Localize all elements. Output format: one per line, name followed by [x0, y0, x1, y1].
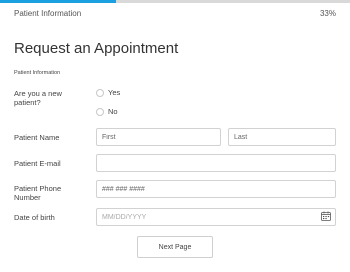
calendar-icon[interactable] — [321, 211, 331, 221]
progress-step-label: Patient Information — [14, 9, 82, 18]
next-page-button[interactable]: Next Page — [137, 236, 213, 258]
progress-bar-fill — [0, 0, 116, 3]
radio-no-label: No — [108, 107, 118, 116]
radio-yes[interactable]: Yes — [96, 88, 120, 97]
phone-input[interactable] — [96, 180, 336, 198]
phone-label: Patient Phone Number — [14, 184, 62, 202]
radio-no[interactable]: No — [96, 107, 118, 116]
page-title: Request an Appointment — [14, 40, 179, 57]
last-name-input[interactable] — [228, 128, 336, 146]
dob-label: Date of birth — [14, 213, 55, 222]
radio-yes-circle[interactable] — [96, 88, 104, 97]
radio-yes-label: Yes — [108, 88, 121, 97]
section-title: Patient Information — [14, 70, 61, 76]
radio-no-circle[interactable] — [96, 107, 104, 116]
email-input[interactable] — [96, 154, 336, 172]
patient-name-label: Patient Name — [14, 133, 60, 142]
email-label: Patient E-mail — [14, 159, 61, 168]
progress-bar — [0, 0, 350, 3]
progress-percent: 33% — [319, 9, 336, 18]
dob-input[interactable] — [96, 208, 336, 226]
new-patient-label: Are you a new patient? — [14, 89, 62, 107]
first-name-input[interactable] — [96, 128, 221, 146]
